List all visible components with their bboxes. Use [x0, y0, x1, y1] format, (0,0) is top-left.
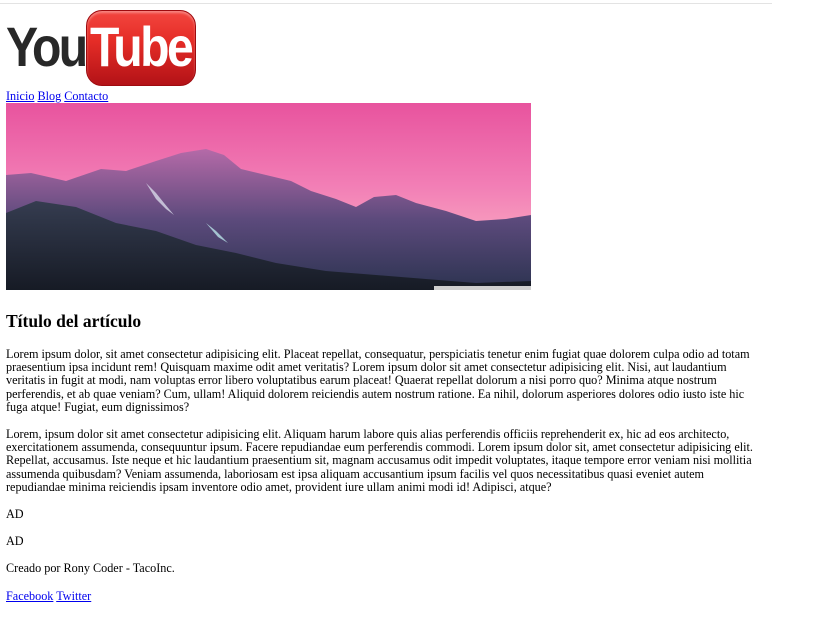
nav-link-contacto[interactable]: Contacto — [64, 89, 108, 103]
main-nav: Inicio Blog Contacto — [6, 89, 766, 103]
youtube-logo: You Tube — [6, 8, 196, 86]
nav-link-blog[interactable]: Blog — [37, 89, 61, 103]
article-title: Título del artículo — [6, 311, 142, 331]
ad-slot-2: AD — [6, 534, 24, 549]
twitter-link[interactable]: Twitter — [56, 589, 91, 603]
logo-text-you: You — [6, 15, 88, 78]
facebook-link[interactable]: Facebook — [6, 589, 53, 603]
ad-slot-1: AD — [6, 507, 24, 522]
mountain-hero-image — [6, 103, 531, 290]
nav-link-inicio[interactable]: Inicio — [6, 89, 34, 103]
article-paragraph-2: Lorem, ipsum dolor sit amet consectetur … — [6, 427, 753, 494]
top-divider — [0, 3, 772, 4]
logo-text-tube: Tube — [90, 15, 194, 78]
footer-credit: Creado por Rony Coder - TacoInc. — [6, 561, 175, 576]
footer-social-links: Facebook Twitter — [6, 589, 766, 603]
page: You Tube Inicio Blog Contacto Título del… — [6, 8, 766, 603]
article-paragraph-1: Lorem ipsum dolor, sit amet consectetur … — [6, 347, 750, 414]
